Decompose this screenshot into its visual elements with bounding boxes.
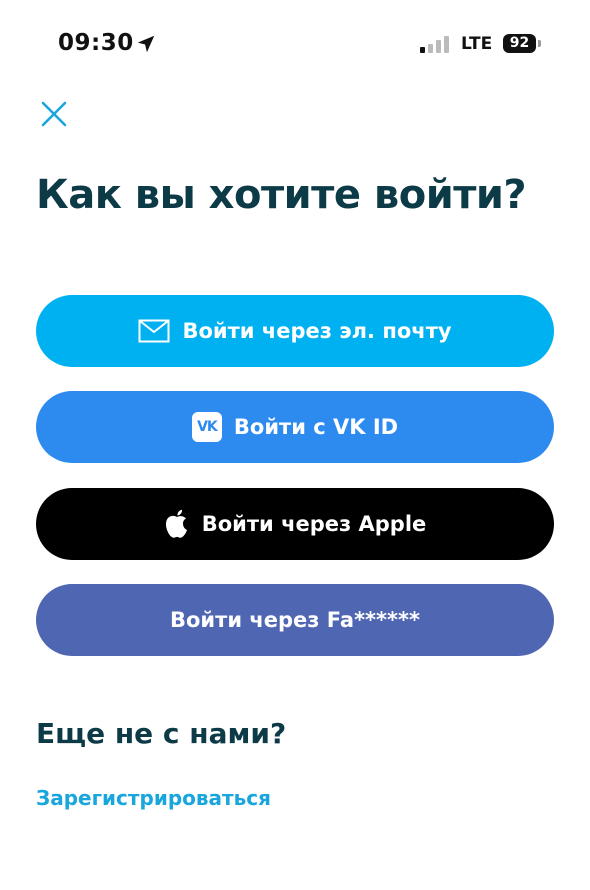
vk-icon: VK <box>191 412 222 442</box>
location-arrow-icon <box>137 35 155 53</box>
login-vk-label: Войти с VK ID <box>233 415 399 439</box>
login-facebook-button[interactable]: Войти через Fa****** <box>36 584 554 656</box>
login-apple-button[interactable]: Войти через Apple <box>36 488 554 560</box>
login-vk-button[interactable]: VK Войти с VK ID <box>36 391 554 463</box>
register-link[interactable]: Зарегистрироваться <box>36 786 271 810</box>
login-email-label: Войти через эл. почту <box>182 319 452 343</box>
network-type: LTE <box>461 34 493 54</box>
login-email-button[interactable]: Войти через эл. почту <box>36 295 554 367</box>
battery-cap <box>538 40 541 47</box>
apple-icon <box>164 509 190 539</box>
envelope-icon <box>138 319 170 343</box>
status-bar: 09:30 LTE 92 <box>0 28 590 62</box>
battery-icon: 92 <box>503 34 536 53</box>
status-time: 09:30 <box>58 30 134 56</box>
login-apple-label: Войти через Apple <box>201 512 427 536</box>
vk-icon-text: VK <box>191 412 222 442</box>
close-icon[interactable] <box>38 98 70 130</box>
signal-icon <box>420 36 449 53</box>
signup-title: Еще не с нами? <box>36 717 287 750</box>
login-facebook-label: Войти через Fa****** <box>170 608 420 632</box>
page-title: Как вы хотите войти? <box>36 172 527 218</box>
